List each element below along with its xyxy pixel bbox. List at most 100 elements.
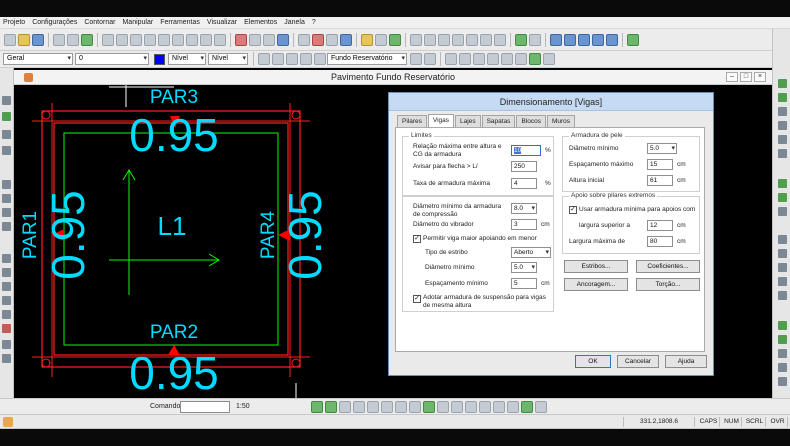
element-section-icon[interactable] [778,363,787,372]
element-load-icon[interactable] [778,207,787,216]
select-tool-icon[interactable] [2,96,11,105]
report-icon[interactable] [340,33,352,46]
opening-icon[interactable] [200,33,212,46]
nivel-select-2[interactable]: Nível [208,53,248,65]
chamfer-tool-icon[interactable] [2,310,11,319]
element-table-icon[interactable] [778,377,787,386]
snap-icon[interactable] [515,33,527,46]
pele-altura-input[interactable]: 61 [647,175,673,186]
stair-icon[interactable] [186,33,198,46]
zoom-all-icon[interactable] [592,33,604,46]
snap-tangent-icon[interactable] [409,401,421,413]
snap-track-icon[interactable] [465,401,477,413]
zoom-previous-icon[interactable] [606,33,618,46]
pavement-down-icon[interactable] [300,53,312,65]
menu-ferramentas[interactable]: Ferramentas [160,19,200,26]
detail-icon[interactable] [298,33,310,46]
trim-tool-icon[interactable] [2,180,11,189]
snap-endpoint-icon[interactable] [311,401,323,413]
tab-blocos[interactable]: Blocos [516,115,546,127]
element-spring-icon[interactable] [778,277,787,286]
cross-icon[interactable] [466,33,478,46]
largura-superior-input[interactable]: 12 [647,220,673,231]
mirror-tool-icon[interactable] [2,146,11,155]
measure-icon[interactable] [480,33,492,46]
block-icon[interactable] [172,33,184,46]
usar-armadura-checkbox[interactable]: ✓ [569,206,577,214]
diametro-compressao-select[interactable]: 8.0 [511,203,537,214]
cancelar-button[interactable]: Cancelar [617,355,659,368]
fillet-tool-icon[interactable] [2,296,11,305]
properties-tool-icon[interactable] [2,340,11,349]
footing-icon[interactable] [158,33,170,46]
vibrador-input[interactable]: 3 [511,219,537,230]
menu-janela[interactable]: Janela [284,19,305,26]
measure-tool-icon[interactable] [2,354,11,363]
process-icon[interactable] [235,33,247,46]
menu-manipular[interactable]: Manipular [122,19,153,26]
espacamento-minimo-input[interactable]: 5 [511,278,537,289]
element-block-icon[interactable] [778,149,787,158]
snap-extension-icon[interactable] [479,401,491,413]
taxa-input[interactable]: 4 [511,178,537,189]
beam-icon[interactable] [102,33,114,46]
snap-ortho-icon[interactable] [437,401,449,413]
snap-grid-icon[interactable] [423,401,435,413]
menu-help[interactable]: ? [312,19,316,26]
layers-icon[interactable] [529,33,541,46]
edit-icon[interactable] [543,53,555,65]
draw-arc-icon[interactable] [501,53,513,65]
copy-icon[interactable] [67,33,79,46]
axis-icon[interactable] [452,33,464,46]
column-icon[interactable] [116,33,128,46]
analysis-icon[interactable] [249,33,261,46]
element-stair-icon[interactable] [778,179,787,188]
pavement-copy-icon[interactable] [424,53,436,65]
snap-parallel-icon[interactable] [493,401,505,413]
paste-icon[interactable] [81,33,93,46]
layer-select[interactable]: 0 [75,53,149,65]
results-icon[interactable] [263,33,275,46]
new-icon[interactable] [4,33,16,46]
grid-icon[interactable] [494,33,506,46]
break-tool-icon[interactable] [2,222,11,231]
element-beam-icon[interactable] [778,93,787,102]
element-opening-icon[interactable] [778,193,787,202]
nivel-select-1[interactable]: Nível [168,53,206,65]
zoom-window-icon[interactable] [578,33,590,46]
diametro-minimo-select[interactable]: 5.0 [511,262,537,273]
snap-quadrant-icon[interactable] [395,401,407,413]
draw-line-icon[interactable] [445,53,457,65]
zoom-in-icon[interactable] [550,33,562,46]
zoom-out-icon[interactable] [564,33,576,46]
command-input[interactable] [180,401,230,413]
ok-button[interactable]: OK [575,355,611,368]
snap-settings-icon[interactable] [535,401,547,413]
coeficientes-button[interactable]: Coeficientes... [636,260,700,273]
pavement-select[interactable]: Fundo Reservatório [327,53,407,65]
layer-group-select[interactable]: Geral [3,53,73,65]
snap-midpoint-icon[interactable] [325,401,337,413]
hatch-icon[interactable] [529,53,541,65]
table-icon[interactable] [326,33,338,46]
pele-diametro-select[interactable]: 5.0 [647,143,677,154]
estribos-button[interactable]: Estribos... [564,260,628,273]
ajuda-button[interactable]: Ajuda [665,355,707,368]
open-icon[interactable] [18,33,30,46]
draw-circle-icon[interactable] [487,53,499,65]
adotar-checkbox[interactable]: ✓ [413,295,421,303]
snap-toggle-icon[interactable] [521,401,533,413]
pavement-up-icon[interactable] [286,53,298,65]
element-tie-icon[interactable] [778,249,787,258]
lightning-icon[interactable] [361,33,373,46]
rotate-tool-icon[interactable] [2,130,11,139]
scale-tool-icon[interactable] [2,268,11,277]
snap-perpendicular-icon[interactable] [353,401,365,413]
line-icon[interactable] [410,33,422,46]
snap-node-icon[interactable] [507,401,519,413]
tab-pilares[interactable]: Pilares [397,115,427,127]
save-icon[interactable] [32,33,44,46]
snap-nearest-icon[interactable] [381,401,393,413]
permitir-checkbox[interactable]: ✓ [413,235,421,243]
pele-espacamento-input[interactable]: 15 [647,159,673,170]
